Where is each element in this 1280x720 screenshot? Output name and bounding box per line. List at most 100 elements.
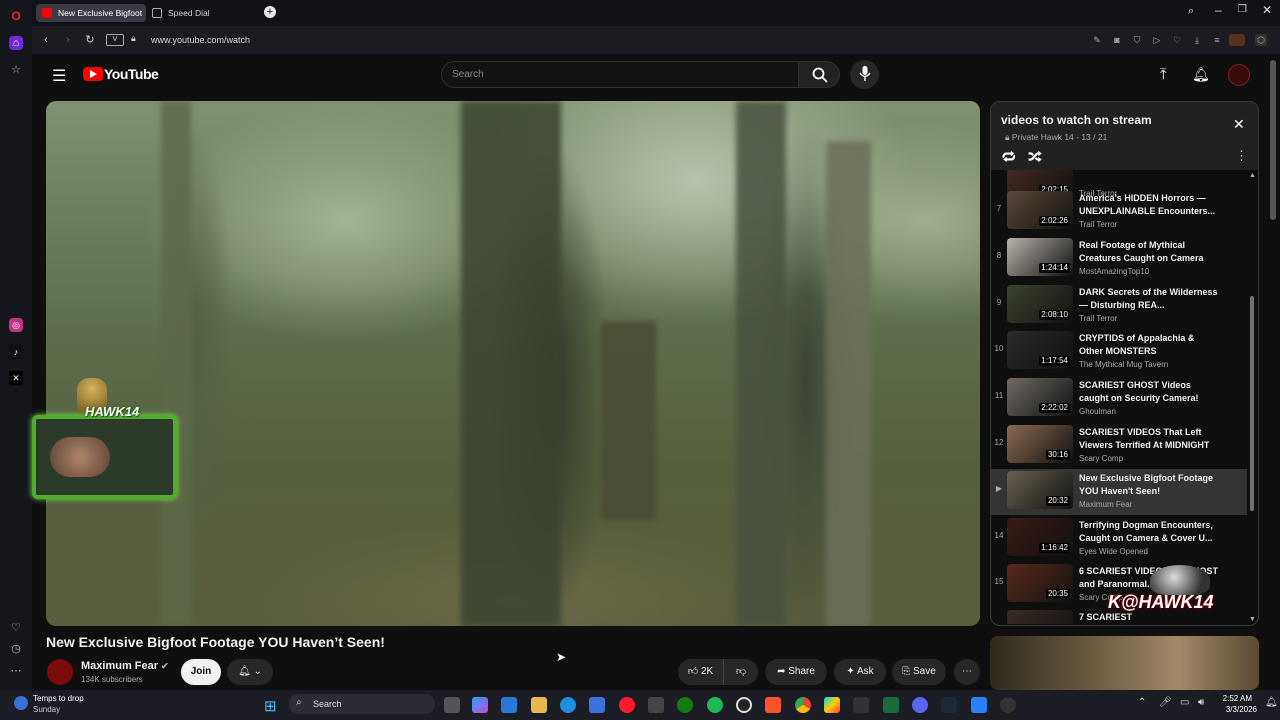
dislike-button[interactable]: 👎︎ — [724, 659, 758, 685]
more-actions-button[interactable]: ⋯ — [954, 659, 980, 685]
playlist-item-thumbnail[interactable]: 30:16 — [1007, 425, 1073, 463]
send-icon[interactable]: ▷ — [1151, 34, 1163, 46]
excel-icon[interactable] — [883, 697, 899, 713]
channel-avatar[interactable] — [47, 659, 73, 685]
playlist-item-thumbnail[interactable]: 1:17:54 — [1007, 331, 1073, 369]
playlist-item-thumbnail[interactable]: 1:24:14 — [1007, 238, 1073, 276]
heart-icon[interactable]: ♡ — [1171, 34, 1183, 46]
opera-logo-icon[interactable]: O — [9, 9, 23, 23]
page-scrollbar[interactable] — [1270, 60, 1276, 220]
playlist-title[interactable]: videos to watch on stream — [1001, 113, 1152, 127]
maximize-icon[interactable]: ❐ — [1238, 4, 1247, 15]
clock-date[interactable]: 3/3/2026 — [1215, 705, 1257, 714]
loop-icon[interactable]: 🔁︎ — [1002, 146, 1016, 167]
back-icon[interactable]: ‹ — [38, 32, 54, 48]
playlist-item-title[interactable]: America’s HIDDEN Horrors — UNEXPLAINABLE… — [1079, 192, 1219, 218]
video-player[interactable] — [46, 101, 980, 626]
chevron-up-icon[interactable]: ⌃ — [1138, 697, 1146, 708]
mic-icon[interactable]: 🎤︎ — [1159, 697, 1172, 708]
playlist-item[interactable]: ▶ 20:32 New Exclusive Bigfoot Footage YOU … — [991, 469, 1247, 515]
brave-icon[interactable] — [765, 697, 781, 713]
settings-gear-icon[interactable] — [1000, 697, 1016, 713]
close-window-icon[interactable]: ✕ — [1262, 3, 1272, 17]
subscription-bell-button[interactable]: 🔔︎ ⌄ — [227, 659, 273, 685]
playlist-item-thumbnail[interactable]: 2:22:02 — [1007, 378, 1073, 416]
search-tabs-icon[interactable]: ⌕ — [1188, 5, 1194, 18]
edit-icon[interactable]: ✎ — [1091, 34, 1103, 46]
weather-line1[interactable]: Temps to drop — [33, 694, 84, 703]
playlist-item-title[interactable]: SCARIEST GHOST Videos caught on Security… — [1079, 379, 1219, 405]
notifications-icon[interactable]: 🔔︎ — [1265, 697, 1278, 708]
x-twitter-icon[interactable]: ✕ — [9, 371, 23, 385]
youtube-logo-text[interactable]: YouTube — [104, 66, 159, 82]
upload-icon[interactable]: ⤒ — [1160, 66, 1167, 83]
star-icon[interactable]: ☆ — [9, 63, 23, 77]
app-icon[interactable] — [853, 697, 869, 713]
history-icon[interactable]: ◷ — [9, 642, 23, 656]
camera-icon[interactable]: ◙ — [1111, 34, 1123, 46]
channel-name[interactable]: Maximum Fear ✔ — [81, 660, 169, 672]
join-button[interactable]: Join — [181, 659, 221, 685]
playlist-item[interactable]: 11 2:22:02 SCARIEST GHOST Videos caught on… — [991, 376, 1247, 422]
store-icon[interactable] — [589, 697, 605, 713]
playlist-item[interactable]: 10 1:17:54 CRYPTIDS of Appalachia & Other … — [991, 329, 1247, 375]
playlist-item-thumbnail[interactable]: 1:16:42 — [1007, 518, 1073, 556]
new-tab-plus-icon[interactable]: + — [264, 6, 276, 18]
playlist-item-thumbnail[interactable]: 2:08:10 — [1007, 285, 1073, 323]
reload-icon[interactable]: ↻ — [82, 32, 98, 48]
playlist-item[interactable]: 9 2:08:10 DARK Secrets of the Wilderness —… — [991, 283, 1247, 329]
opera-gx-icon[interactable] — [619, 697, 635, 713]
more-icon[interactable]: ⋯ — [9, 664, 23, 678]
playlist-menu-icon[interactable]: ⋮ — [1235, 148, 1248, 164]
tab-youtube[interactable]: New Exclusive Bigfoot — [36, 4, 146, 22]
playlist-item-title[interactable]: Terrifying Dogman Encounters, Caught on … — [1079, 519, 1219, 545]
edge-icon[interactable] — [560, 697, 576, 713]
forward-icon[interactable]: › — [60, 32, 76, 48]
discord-icon[interactable] — [912, 697, 928, 713]
voice-search-button[interactable] — [850, 60, 879, 89]
playlist-item-title[interactable]: CRYPTIDS of Appalachia & Other MONSTERS — [1079, 332, 1219, 358]
app-icon[interactable] — [971, 697, 987, 713]
menu-icon[interactable]: ≡ — [1211, 34, 1223, 46]
playlist-item[interactable]: 14 1:16:42 Terrifying Dogman Encounters, C… — [991, 516, 1247, 562]
site-badge[interactable]: V — [106, 34, 124, 46]
shield-icon[interactable]: ⛉ — [1131, 34, 1143, 46]
playlist-item-title[interactable]: SCARIEST VIDEOS That Left Viewers Terrif… — [1079, 426, 1219, 452]
network-icon[interactable]: ▭ — [1180, 697, 1189, 708]
search-button[interactable] — [798, 61, 840, 88]
share-button[interactable]: ➦ Share — [765, 659, 827, 685]
playlist-item-thumbnail[interactable]: 2:02:26 — [1007, 191, 1073, 229]
profile-avatar-icon[interactable] — [1229, 34, 1245, 46]
tab-speed-dial[interactable]: Speed Dial — [146, 4, 256, 22]
chrome-icon[interactable] — [795, 697, 811, 713]
photos-icon[interactable] — [501, 697, 517, 713]
playlist-item-thumbnail[interactable]: 20:35 — [1007, 564, 1073, 602]
shuffle-icon[interactable]: 🔀︎ — [1028, 146, 1042, 167]
steam-icon[interactable] — [941, 697, 957, 713]
playlist-item[interactable]: 12 30:16 SCARIEST VIDEOS That Left Viewers… — [991, 423, 1247, 469]
xbox-icon[interactable] — [677, 697, 693, 713]
url-field[interactable]: www.youtube.com/watch — [151, 35, 250, 45]
app-icon[interactable] — [648, 697, 664, 713]
file-explorer-icon[interactable] — [531, 697, 547, 713]
minimize-icon[interactable]: – — [1215, 3, 1222, 17]
download-icon[interactable]: ⤓ — [1191, 34, 1203, 46]
obs-icon[interactable] — [736, 697, 752, 713]
spotify-icon[interactable] — [707, 697, 723, 713]
clock-time[interactable]: 2:52 AM — [1222, 694, 1252, 703]
scroll-up-icon[interactable]: ▲ — [1249, 172, 1256, 179]
save-button[interactable]: ⎘ Save — [892, 659, 946, 685]
search-input[interactable]: Search — [441, 61, 799, 88]
playlist-item-title[interactable]: DARK Secrets of the Wilderness — Disturb… — [1079, 286, 1219, 312]
playlist-item-title[interactable]: Real Footage of Mythical Creatures Caugh… — [1079, 239, 1219, 265]
like-button[interactable]: 👍︎ 2K — [678, 659, 724, 685]
extensions-icon[interactable]: ⬡ — [1255, 34, 1267, 46]
playlist-item[interactable]: 7 2:02:26 America’s HIDDEN Horrors — UNEXP… — [991, 189, 1247, 235]
playlist-item-title[interactable]: New Exclusive Bigfoot Footage YOU Haven'… — [1079, 472, 1219, 498]
playlist-item-thumbnail[interactable]: 20:32 — [1007, 471, 1073, 509]
youtube-logo-icon[interactable] — [83, 67, 103, 81]
lock-icon[interactable]: 🔒︎ — [131, 33, 136, 44]
weather-icon[interactable] — [14, 696, 28, 710]
taskbar-search[interactable]: ⌕ Search — [289, 694, 435, 714]
heart-icon[interactable]: ♡ — [9, 621, 23, 635]
